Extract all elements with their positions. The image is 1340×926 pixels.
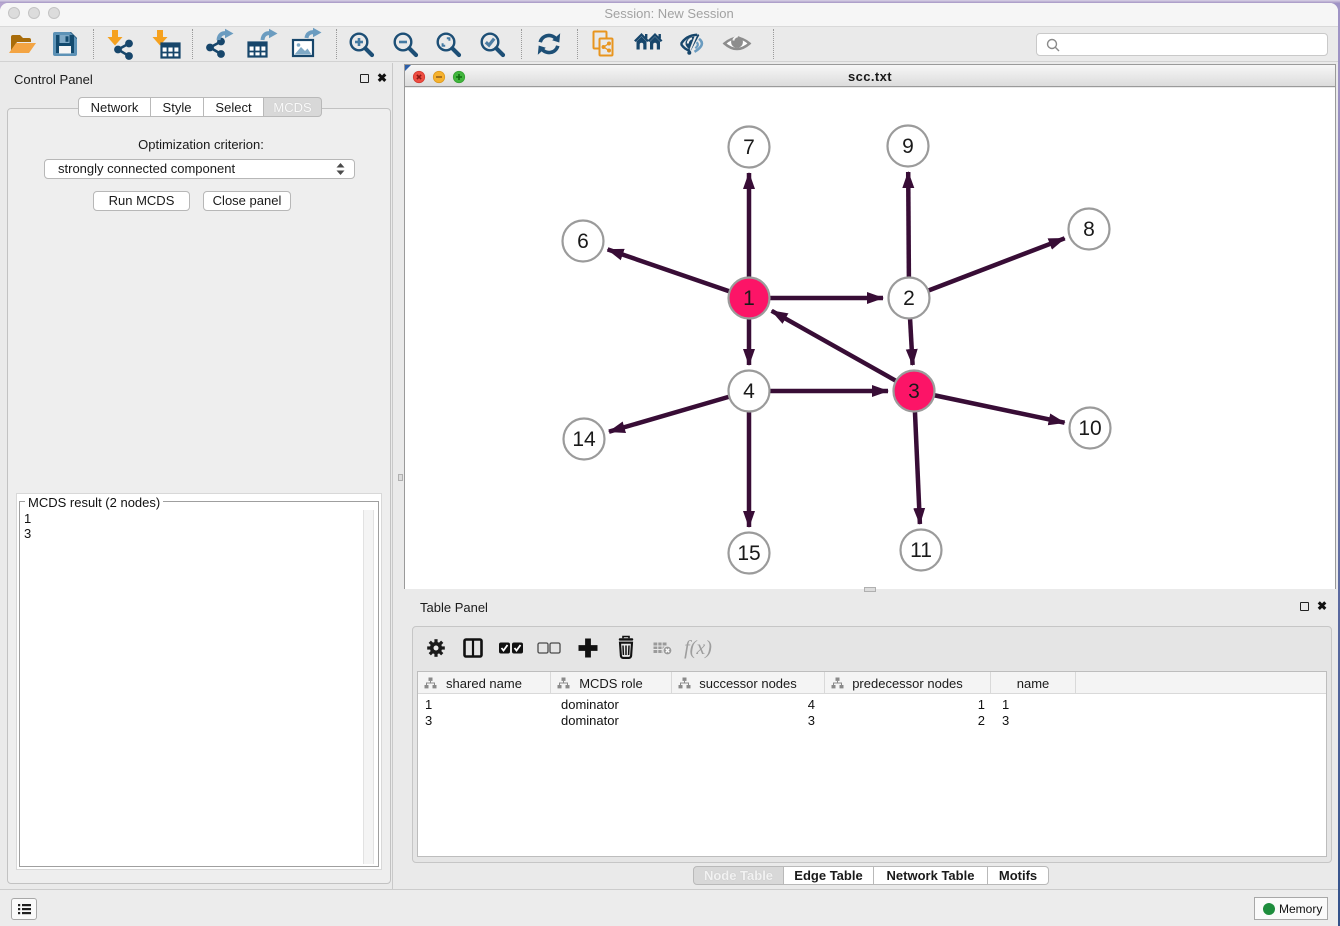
- svg-text:4: 4: [743, 380, 755, 403]
- svg-text:6: 6: [577, 230, 589, 253]
- svg-text:7: 7: [743, 136, 755, 159]
- svg-text:2: 2: [903, 287, 915, 310]
- svg-text:14: 14: [572, 428, 596, 451]
- svg-text:1: 1: [743, 287, 755, 310]
- svg-text:3: 3: [908, 380, 920, 403]
- svg-text:9: 9: [902, 135, 914, 158]
- svg-text:f(x): f(x): [684, 637, 712, 659]
- svg-text:15: 15: [737, 542, 760, 565]
- svg-text:11: 11: [910, 539, 932, 562]
- svg-text:10: 10: [1078, 417, 1101, 440]
- svg-text:8: 8: [1083, 218, 1095, 241]
